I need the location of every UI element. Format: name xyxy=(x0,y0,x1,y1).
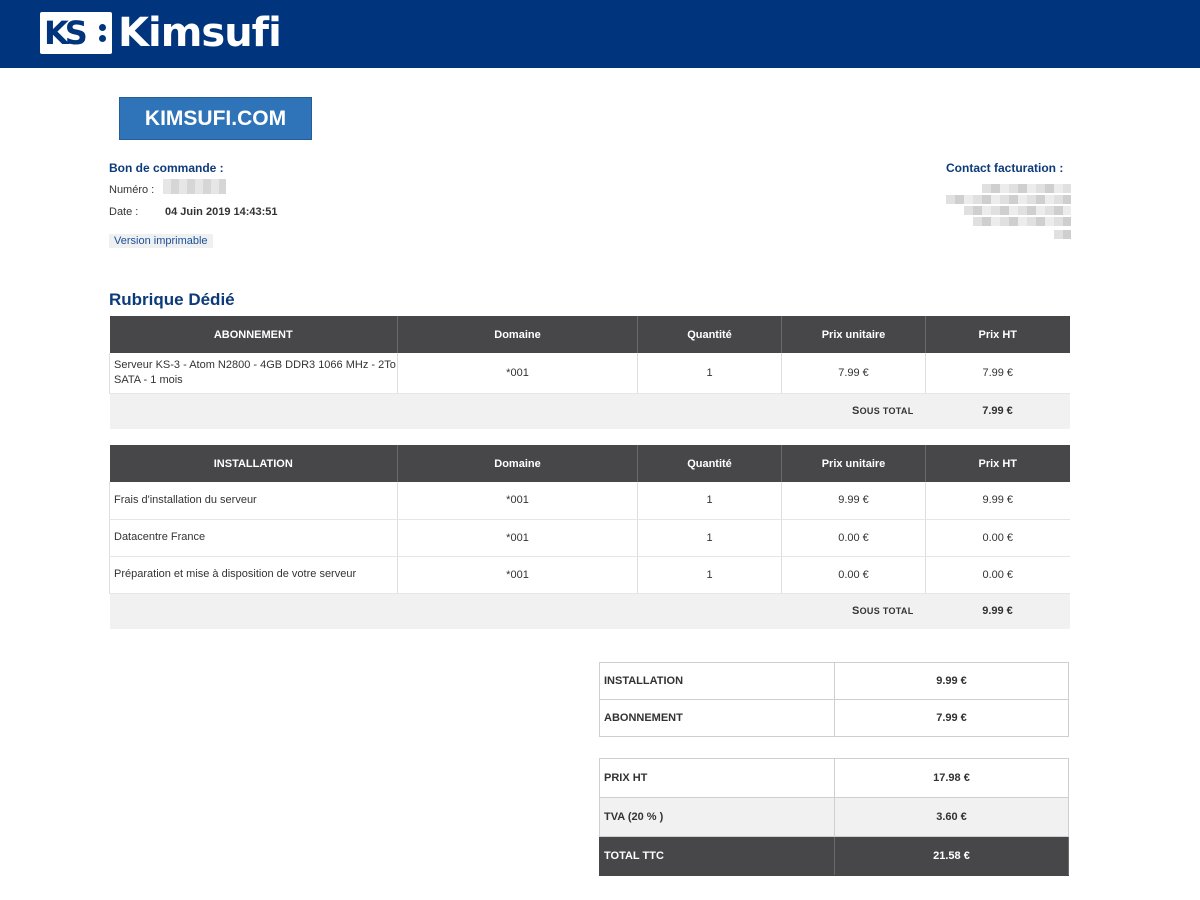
item-description: Serveur KS-3 - Atom N2800 - 4GB DDR3 106… xyxy=(109,353,398,394)
blurred-billing-contact xyxy=(946,184,1071,240)
subtotal-row: SOUS TOTAL 7.99 € xyxy=(109,393,1070,429)
installation-table: INSTALLATION Domaine Quantité Prix unita… xyxy=(109,445,1070,629)
subtotal-value: 9.99 € xyxy=(925,593,1070,629)
subtotal-label: SOUS TOTAL xyxy=(109,393,926,429)
col-header-prix-unitaire: Prix unitaire xyxy=(781,316,926,353)
item-prix-ht: 0.00 € xyxy=(925,556,1070,594)
summary-row-installation: INSTALLATION 9.99 € xyxy=(599,662,1069,700)
item-domaine: *001 xyxy=(397,556,638,594)
ks-logo-icon: KS xyxy=(40,12,112,54)
summary-label: ABONNEMENT xyxy=(599,699,835,737)
item-description: Datacentre France xyxy=(109,519,398,557)
blurred-order-number xyxy=(163,179,226,194)
total-value: 3.60 € xyxy=(834,797,1069,837)
item-prix-ht: 9.99 € xyxy=(925,482,1070,520)
item-domaine: *001 xyxy=(397,353,638,394)
item-domaine: *001 xyxy=(397,482,638,520)
subtotal-value: 7.99 € xyxy=(925,393,1070,429)
total-label: PRIX HT xyxy=(599,758,835,798)
summary-label: INSTALLATION xyxy=(599,662,835,700)
item-prix-unitaire: 9.99 € xyxy=(781,482,926,520)
total-label: TOTAL TTC xyxy=(599,836,835,876)
total-value: 21.58 € xyxy=(834,836,1069,876)
item-quantite: 1 xyxy=(637,482,782,520)
summary-row-abonnement: ABONNEMENT 7.99 € xyxy=(599,699,1069,737)
item-quantite: 1 xyxy=(637,556,782,594)
total-row-tva: TVA (20 % ) 3.60 € xyxy=(599,797,1069,837)
section-title: Rubrique Dédié xyxy=(109,290,235,309)
item-description: Frais d'installation du serveur xyxy=(109,482,398,520)
numero-label: Numéro : xyxy=(109,184,155,196)
date-label: Date : xyxy=(109,206,139,218)
billing-contact-title: Contact facturation : xyxy=(946,161,1064,175)
col-header-installation: INSTALLATION xyxy=(109,445,398,482)
item-domaine: *001 xyxy=(397,519,638,557)
item-prix-ht: 7.99 € xyxy=(925,353,1070,394)
col-header-prix-unitaire: Prix unitaire xyxy=(781,445,926,482)
item-prix-unitaire: 0.00 € xyxy=(781,519,926,557)
col-header-domaine: Domaine xyxy=(397,316,638,353)
col-header-quantite: Quantité xyxy=(637,445,782,482)
table-row: Frais d'installation du serveur *001 1 9… xyxy=(109,482,1070,520)
table-header-row: INSTALLATION Domaine Quantité Prix unita… xyxy=(109,445,1070,482)
total-label: TVA (20 % ) xyxy=(599,797,835,837)
col-header-prix-ht: Prix HT xyxy=(925,316,1070,353)
item-prix-unitaire: 0.00 € xyxy=(781,556,926,594)
totals-table: PRIX HT 17.98 € TVA (20 % ) 3.60 € TOTAL… xyxy=(599,758,1069,876)
order-title: Bon de commande : xyxy=(109,161,224,175)
total-value: 17.98 € xyxy=(834,758,1069,798)
item-prix-ht: 0.00 € xyxy=(925,519,1070,557)
col-header-domaine: Domaine xyxy=(397,445,638,482)
table-row: Datacentre France *001 1 0.00 € 0.00 € xyxy=(109,519,1070,557)
subtotal-row: SOUS TOTAL 9.99 € xyxy=(109,593,1070,629)
table-row: Préparation et mise à disposition de vot… xyxy=(109,556,1070,594)
table-row: Serveur KS-3 - Atom N2800 - 4GB DDR3 106… xyxy=(109,353,1070,394)
date-value: 04 Juin 2019 14:43:51 xyxy=(165,206,278,218)
summary-value: 7.99 € xyxy=(834,699,1069,737)
item-quantite: 1 xyxy=(637,353,782,394)
printable-version-link[interactable]: Version imprimable xyxy=(109,234,213,248)
item-quantite: 1 xyxy=(637,519,782,557)
abonnement-table: ABONNEMENT Domaine Quantité Prix unitair… xyxy=(109,316,1070,429)
subtotal-label: SOUS TOTAL xyxy=(109,593,926,629)
logo-text: Kimsufi xyxy=(118,10,282,56)
col-header-prix-ht: Prix HT xyxy=(925,445,1070,482)
category-summary-table: INSTALLATION 9.99 € ABONNEMENT 7.99 € xyxy=(599,662,1069,737)
total-row-prix-ht: PRIX HT 17.98 € xyxy=(599,758,1069,798)
item-prix-unitaire: 7.99 € xyxy=(781,353,926,394)
logo-badge-text: KS xyxy=(44,14,88,52)
col-header-abonnement: ABONNEMENT xyxy=(109,316,398,353)
table-header-row: ABONNEMENT Domaine Quantité Prix unitair… xyxy=(109,316,1070,353)
col-header-quantite: Quantité xyxy=(637,316,782,353)
kimsufi-brand-box: KIMSUFI.COM xyxy=(119,97,312,140)
top-header-bar: KS Kimsufi xyxy=(0,0,1200,68)
total-row-ttc: TOTAL TTC 21.58 € xyxy=(599,836,1069,876)
summary-value: 9.99 € xyxy=(834,662,1069,700)
item-description: Préparation et mise à disposition de vot… xyxy=(109,556,398,594)
kimsufi-logo[interactable]: KS Kimsufi xyxy=(40,10,282,56)
